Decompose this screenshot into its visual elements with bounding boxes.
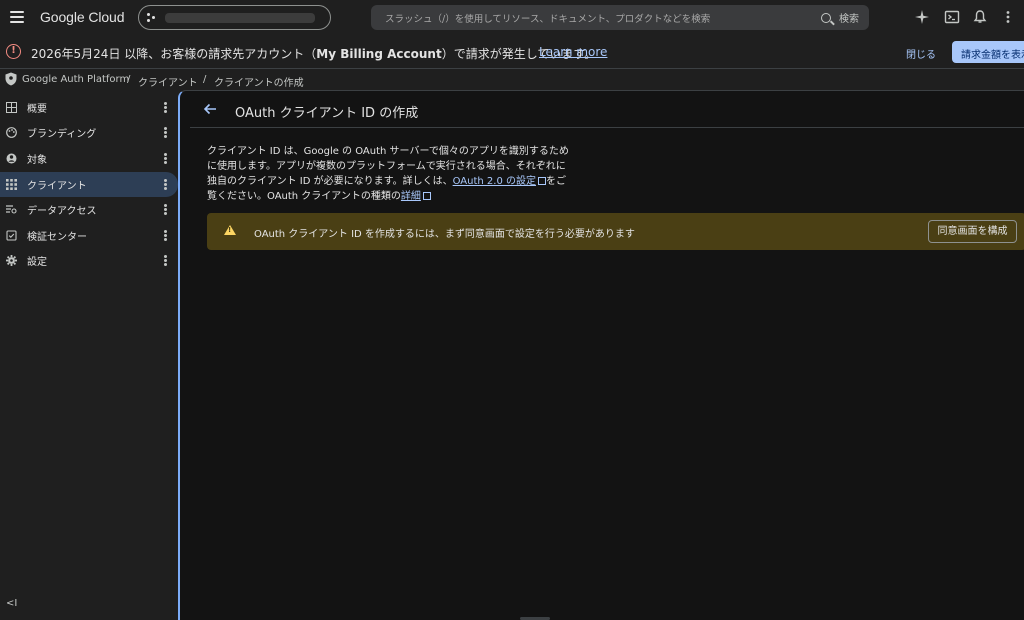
verify-icon (6, 230, 17, 241)
banner-message-prefix: 2026年5月24日 以降、お客様の請求先アカウント（ (31, 47, 317, 61)
person-icon (6, 153, 17, 164)
sidebar-item-label: 検証センター (27, 232, 87, 243)
billing-account-name: My Billing Account (316, 47, 442, 61)
terminal-icon[interactable] (944, 9, 960, 25)
dashboard-icon (6, 102, 17, 113)
more-vert-icon[interactable] (164, 126, 168, 139)
more-vert-icon[interactable] (164, 229, 168, 242)
sidebar-item-clients[interactable]: クライアント (0, 172, 178, 197)
search-input[interactable]: スラッシュ（/）を使用してリソース、ドキュメント、プロダクトなどを検索 (385, 11, 821, 25)
breadcrumb-item-create-client: クライアントの作成 (214, 78, 304, 89)
menu-icon[interactable] (8, 8, 26, 26)
warning-icon (224, 225, 236, 235)
banner-message: 2026年5月24日 以降、お客様の請求先アカウント（My Billing Ac… (31, 45, 596, 62)
search-button-label: 検索 (839, 14, 859, 25)
more-vert-icon[interactable] (1000, 9, 1016, 25)
page-title: OAuth クライアント ID の作成 (235, 106, 419, 121)
breadcrumb-separator: / (127, 74, 131, 85)
create-client-panel: OAuth クライアント ID の作成 クライアント ID は、Google の… (190, 91, 1024, 620)
more-vert-icon[interactable] (164, 203, 168, 216)
sidebar-item-label: ブランディング (27, 129, 97, 140)
sidebar-item-label: クライアント (27, 181, 87, 192)
gear-icon (6, 255, 17, 266)
breadcrumb-separator: / (203, 74, 207, 85)
sidebar: 概要 ブランディング 対象 クライアント データアクセス 検証センター 設定 (0, 92, 178, 620)
sidebar-item-overview[interactable]: 概要 (0, 95, 178, 120)
shield-icon (5, 72, 17, 86)
sidebar-item-label: 設定 (27, 257, 47, 268)
alert-icon: ! (6, 44, 21, 59)
sidebar-item-settings[interactable]: 設定 (0, 248, 178, 273)
panel-header: OAuth クライアント ID の作成 (190, 91, 1024, 128)
more-vert-icon[interactable] (164, 101, 168, 114)
data-access-icon (6, 204, 17, 215)
sparkle-icon[interactable] (914, 9, 930, 25)
project-name-redacted (165, 12, 315, 23)
google-cloud-logo[interactable]: Google Cloud (40, 9, 125, 25)
bell-icon[interactable] (972, 9, 988, 25)
external-link-icon (538, 177, 547, 185)
configure-consent-screen-button[interactable]: 同意画面を構成 (928, 220, 1017, 243)
sidebar-item-label: 対象 (27, 155, 47, 166)
apps-icon (6, 179, 17, 190)
external-link-icon (422, 192, 431, 200)
more-vert-icon[interactable] (164, 152, 168, 165)
top-bar: Google Cloud スラッシュ（/）を使用してリソース、ドキュメント、プロ… (0, 0, 1024, 36)
sidebar-item-audience[interactable]: 対象 (0, 146, 178, 171)
warning-text: OAuth クライアント ID を作成するには、まず同意画面で設定を行う必要があ… (254, 229, 635, 240)
banner-close-button[interactable]: 閉じる (906, 46, 936, 61)
more-vert-icon[interactable] (164, 178, 168, 191)
palette-icon (6, 127, 17, 138)
sidebar-item-data-access[interactable]: データアクセス (0, 197, 178, 222)
breadcrumb-item-clients[interactable]: クライアント (138, 74, 198, 89)
back-arrow-icon[interactable] (202, 101, 218, 117)
learn-more-link[interactable]: Learn more (539, 45, 607, 59)
sidebar-item-branding[interactable]: ブランディング (0, 120, 178, 145)
billing-banner: ! 2026年5月24日 以降、お客様の請求先アカウント（My Billing … (0, 36, 1024, 69)
sidebar-item-label: データアクセス (27, 206, 97, 217)
main-content: OAuth クライアント ID の作成 クライアント ID は、Google の… (178, 90, 1024, 620)
details-link[interactable]: 詳細 (401, 191, 421, 202)
consent-screen-warning: OAuth クライアント ID を作成するには、まず同意画面で設定を行う必要があ… (207, 213, 1024, 250)
project-icon (147, 12, 157, 23)
sidebar-item-label: 概要 (27, 104, 47, 115)
description-text: クライアント ID は、Google の OAuth サーバーで個々のアプリを識… (207, 144, 572, 204)
project-picker[interactable] (138, 5, 331, 30)
search-button[interactable]: 検索 (821, 10, 869, 25)
more-vert-icon[interactable] (164, 254, 168, 267)
show-billing-button[interactable]: 請求金額を表示 (952, 41, 1024, 63)
search-bar[interactable]: スラッシュ（/）を使用してリソース、ドキュメント、プロダクトなどを検索 検索 (371, 5, 869, 30)
collapse-sidebar-icon[interactable]: <I (6, 598, 17, 609)
search-icon (821, 12, 831, 23)
oauth-settings-link[interactable]: OAuth 2.0 の設定 (453, 176, 536, 187)
breadcrumb-item-auth-platform[interactable]: Google Auth Platform (22, 74, 129, 85)
sidebar-item-verification[interactable]: 検証センター (0, 223, 178, 248)
